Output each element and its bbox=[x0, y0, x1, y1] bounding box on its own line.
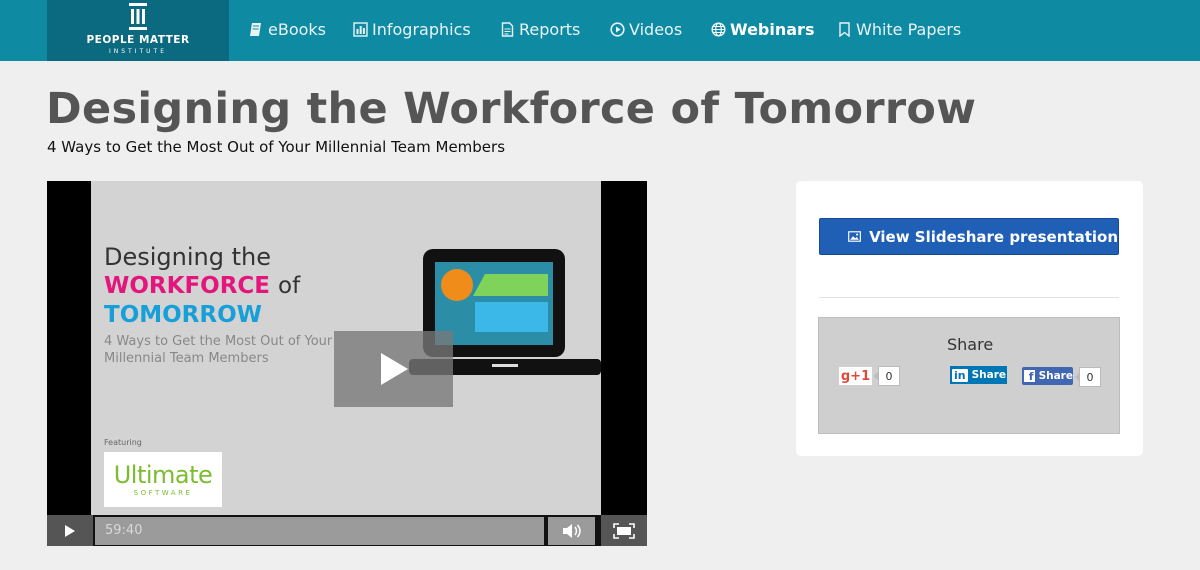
view-slideshare-button[interactable]: View Slideshare presentation bbox=[819, 218, 1119, 255]
slide-workforce-line: WORKFORCE of bbox=[104, 273, 300, 299]
nav-item-ebooks[interactable]: eBooks bbox=[249, 18, 326, 40]
fullscreen-icon bbox=[613, 522, 635, 539]
image-icon bbox=[848, 231, 861, 242]
nav-label: Videos bbox=[629, 19, 683, 39]
sponsor-logo-sub: SOFTWARE bbox=[133, 489, 193, 497]
logo-text: PEOPLE MATTER bbox=[86, 34, 190, 46]
facebook-icon: f bbox=[1024, 370, 1035, 382]
gplus-count: 0 bbox=[874, 366, 900, 386]
facebook-count: 0 bbox=[1075, 367, 1101, 387]
nav-item-infographics[interactable]: Infographics bbox=[353, 18, 471, 40]
nav-label: Webinars bbox=[730, 19, 815, 39]
progress-bar[interactable]: 59:40 bbox=[95, 517, 544, 545]
linkedin-icon: in bbox=[952, 368, 968, 382]
sponsor-logo-main: Ultimate bbox=[113, 461, 213, 489]
play-icon bbox=[65, 524, 75, 537]
video-player[interactable]: Designing the WORKFORCE of TOMORROW 4 Wa… bbox=[47, 181, 647, 546]
slide-of: of bbox=[278, 273, 301, 299]
nav-label: White Papers bbox=[856, 19, 962, 39]
page-title: Designing the Workforce of Tomorrow bbox=[46, 84, 977, 134]
slide-workforce: WORKFORCE bbox=[104, 273, 271, 299]
linkedin-share-button[interactable]: in Share bbox=[950, 366, 1007, 384]
nav-item-reports[interactable]: Reports bbox=[500, 18, 580, 40]
featuring-label: Featuring bbox=[104, 438, 142, 447]
document-icon bbox=[501, 21, 514, 37]
linkedin-share-label: Share bbox=[971, 369, 1007, 381]
nav-item-white-papers[interactable]: White Papers bbox=[837, 18, 961, 40]
nav-label: Infographics bbox=[372, 19, 471, 39]
share-box: Share g+1 0 in Share f Share 0 bbox=[818, 317, 1120, 434]
facebook-share-button[interactable]: f Share bbox=[1022, 367, 1073, 385]
logo[interactable]: PEOPLE MATTER INSTITUTE bbox=[47, 0, 229, 61]
slide-subtitle-line1: 4 Ways to Get the Most Out of Your bbox=[104, 334, 333, 349]
side-panel: View Slideshare presentation Share g+1 0… bbox=[796, 181, 1143, 456]
book-icon bbox=[250, 22, 261, 36]
video-duration: 59:40 bbox=[105, 523, 143, 538]
facebook-share-label: Share bbox=[1038, 370, 1073, 382]
nav-label: eBooks bbox=[268, 19, 326, 39]
video-slide: Designing the WORKFORCE of TOMORROW 4 Wa… bbox=[91, 181, 601, 515]
gplus-button[interactable]: g+1 bbox=[838, 366, 873, 386]
divider bbox=[819, 297, 1119, 298]
slide-title-line: Designing the bbox=[104, 243, 271, 271]
play-overlay-button[interactable] bbox=[334, 331, 453, 407]
view-slideshare-label: View Slideshare presentation bbox=[869, 227, 1118, 246]
page-subtitle: 4 Ways to Get the Most Out of Your Mille… bbox=[47, 138, 506, 156]
share-title: Share bbox=[947, 335, 994, 354]
nav-label: Reports bbox=[519, 19, 581, 39]
play-icon bbox=[380, 353, 408, 385]
volume-button[interactable] bbox=[548, 517, 595, 545]
nav-item-videos[interactable]: Videos bbox=[610, 18, 682, 40]
logo-subtext: INSTITUTE bbox=[108, 48, 167, 55]
bar-chart-icon bbox=[353, 21, 368, 37]
sponsor-logo: Ultimate SOFTWARE bbox=[104, 452, 222, 507]
volume-icon bbox=[562, 524, 581, 538]
globe-icon bbox=[711, 21, 726, 37]
bookmark-icon bbox=[839, 21, 850, 37]
top-nav: PEOPLE MATTER INSTITUTE eBooks Infograph… bbox=[0, 0, 1200, 61]
nav-item-webinars[interactable]: Webinars bbox=[711, 18, 814, 40]
slide-subtitle: 4 Ways to Get the Most Out of Your Mille… bbox=[104, 333, 332, 367]
video-controls: 59:40 bbox=[47, 515, 647, 546]
pillar-icon bbox=[129, 3, 147, 30]
slide-tomorrow: TOMORROW bbox=[104, 302, 263, 328]
play-circle-icon bbox=[610, 21, 625, 37]
slide-subtitle-line2: Millennial Team Members bbox=[104, 351, 269, 366]
fullscreen-button[interactable] bbox=[601, 515, 647, 546]
control-play-button[interactable] bbox=[47, 515, 93, 546]
